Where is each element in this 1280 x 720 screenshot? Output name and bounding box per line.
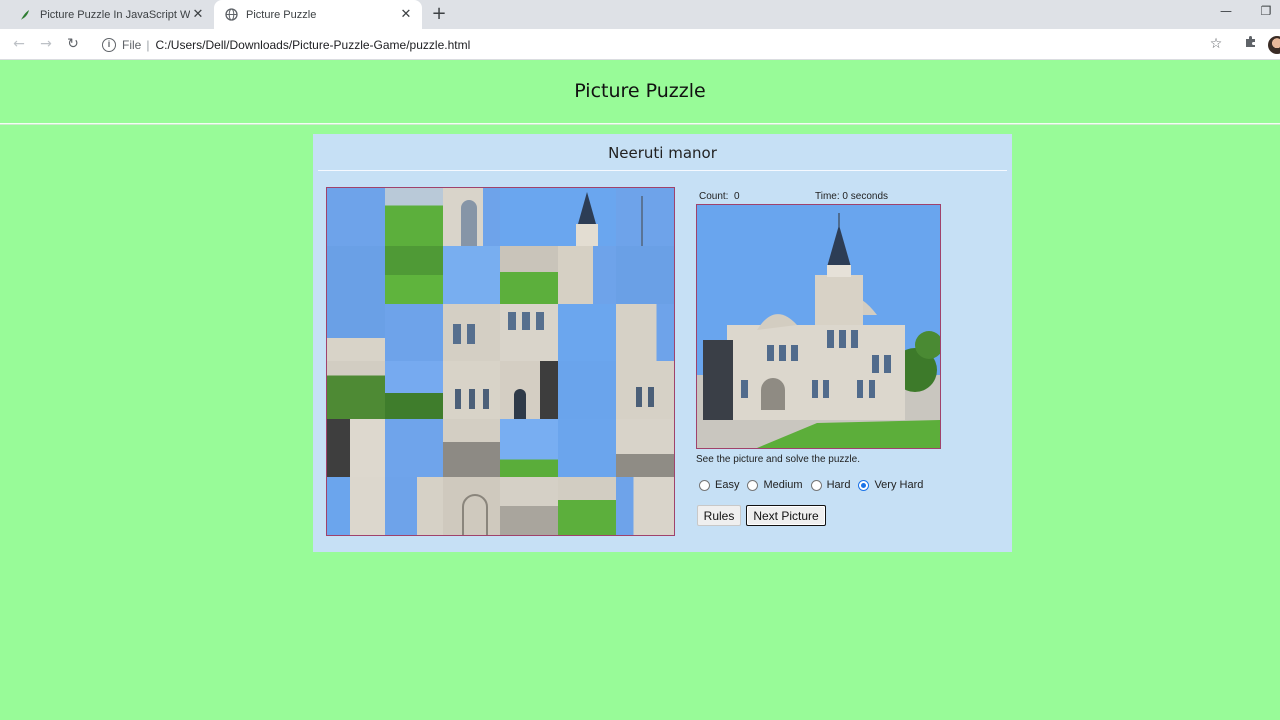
puzzle-tile[interactable]	[327, 419, 385, 477]
medium-label[interactable]: Medium	[763, 479, 802, 491]
url-scheme: File	[122, 37, 142, 52]
preview-picture	[696, 204, 941, 449]
count-value: 0	[734, 191, 740, 202]
puzzle-tile[interactable]	[500, 188, 559, 246]
puzzle-tile[interactable]	[327, 303, 385, 362]
hard-label[interactable]: Hard	[827, 479, 851, 491]
restore-icon[interactable]: ❐	[1256, 4, 1276, 24]
page-divider	[0, 123, 1280, 125]
puzzle-tile[interactable]	[327, 245, 385, 304]
browser-tab-2[interactable]: Picture Puzzle ✕	[214, 0, 422, 29]
puzzle-tile[interactable]	[500, 477, 559, 535]
very-hard-label[interactable]: Very Hard	[874, 479, 923, 491]
tab-title: Picture Puzzle In JavaScript With	[40, 8, 190, 21]
puzzle-tile[interactable]	[384, 361, 443, 420]
puzzle-tile[interactable]	[442, 477, 501, 535]
extensions-puzzle-icon[interactable]	[1241, 35, 1259, 53]
instruction-text: See the picture and solve the puzzle.	[696, 454, 860, 465]
puzzle-tile[interactable]	[558, 188, 616, 246]
profile-avatar[interactable]	[1268, 36, 1280, 54]
globe-icon	[224, 8, 238, 22]
puzzle-tile[interactable]	[616, 245, 674, 304]
browser-tabstrip: Picture Puzzle In JavaScript With ✕ Pict…	[0, 0, 1280, 29]
puzzle-tile[interactable]	[616, 477, 674, 535]
puzzle-tile[interactable]	[558, 303, 616, 362]
puzzle-tile[interactable]	[327, 477, 385, 535]
count-display: Count: 0	[699, 191, 740, 202]
address-bar[interactable]: i File | C:/Users/Dell/Downloads/Picture…	[98, 33, 1178, 56]
puzzle-tile[interactable]	[442, 303, 501, 362]
puzzle-tile[interactable]	[558, 419, 616, 477]
puzzle-tile[interactable]	[442, 419, 501, 477]
medium-radio[interactable]	[747, 479, 759, 491]
puzzle-tile[interactable]	[327, 188, 385, 246]
puzzle-tile[interactable]	[384, 303, 443, 362]
easy-label[interactable]: Easy	[715, 479, 739, 491]
time-display: Time: 0 seconds	[815, 191, 888, 202]
puzzle-tile[interactable]	[327, 361, 385, 420]
next-picture-button[interactable]: Next Picture	[746, 505, 826, 526]
feather-favicon-icon	[18, 8, 32, 22]
puzzle-tile[interactable]	[616, 188, 674, 246]
very-hard-radio[interactable]	[858, 479, 870, 491]
puzzle-panel: Neeruti manor Count: 0 Time: 0 seconds S…	[313, 134, 1012, 552]
back-icon[interactable]: ←	[10, 35, 28, 53]
puzzle-tile[interactable]	[500, 303, 559, 362]
puzzle-tile[interactable]	[384, 188, 443, 246]
minimize-icon[interactable]: —	[1216, 4, 1236, 24]
puzzle-tile[interactable]	[616, 303, 674, 362]
puzzle-tile[interactable]	[558, 245, 616, 304]
forward-icon[interactable]: →	[37, 35, 55, 53]
browser-toolbar: ← → ↻ i File | C:/Users/Dell/Downloads/P…	[0, 29, 1280, 60]
hard-radio[interactable]	[810, 479, 822, 491]
easy-radio[interactable]	[699, 479, 710, 491]
url-text: C:/Users/Dell/Downloads/Picture-Puzzle-G…	[155, 37, 471, 52]
difficulty-options: Easy Medium Hard Very Hard	[699, 479, 931, 491]
panel-divider	[318, 170, 1007, 171]
puzzle-board	[326, 187, 675, 536]
tab-title: Picture Puzzle	[246, 8, 317, 21]
rules-button[interactable]: Rules	[697, 505, 741, 526]
info-icon[interactable]: i	[102, 37, 116, 52]
puzzle-tile[interactable]	[442, 188, 501, 246]
puzzle-tile[interactable]	[442, 361, 501, 420]
page-title: Picture Puzzle	[574, 80, 706, 102]
puzzle-tile[interactable]	[616, 419, 674, 477]
close-tab-icon[interactable]: ✕	[398, 7, 414, 23]
puzzle-tile[interactable]	[500, 361, 559, 420]
puzzle-tile[interactable]	[384, 419, 443, 477]
time-label: Time:	[815, 191, 840, 202]
picture-name: Neeruti manor	[608, 144, 717, 162]
puzzle-tile[interactable]	[558, 361, 616, 420]
puzzle-tile[interactable]	[500, 245, 559, 304]
puzzle-tile[interactable]	[558, 477, 616, 535]
bookmark-star-icon[interactable]: ☆	[1207, 35, 1225, 53]
puzzle-tile[interactable]	[384, 245, 443, 304]
new-tab-icon[interactable]: +	[430, 5, 448, 23]
puzzle-tile[interactable]	[500, 419, 559, 477]
browser-tab-1[interactable]: Picture Puzzle In JavaScript With ✕	[8, 0, 214, 29]
puzzle-tile[interactable]	[442, 245, 501, 304]
puzzle-tile[interactable]	[384, 477, 443, 535]
url-separator: |	[146, 37, 150, 52]
puzzle-tile[interactable]	[616, 361, 674, 420]
reload-icon[interactable]: ↻	[64, 35, 82, 53]
close-tab-icon[interactable]: ✕	[190, 7, 206, 23]
count-label: Count:	[699, 191, 729, 202]
time-value: 0 seconds	[842, 191, 889, 202]
